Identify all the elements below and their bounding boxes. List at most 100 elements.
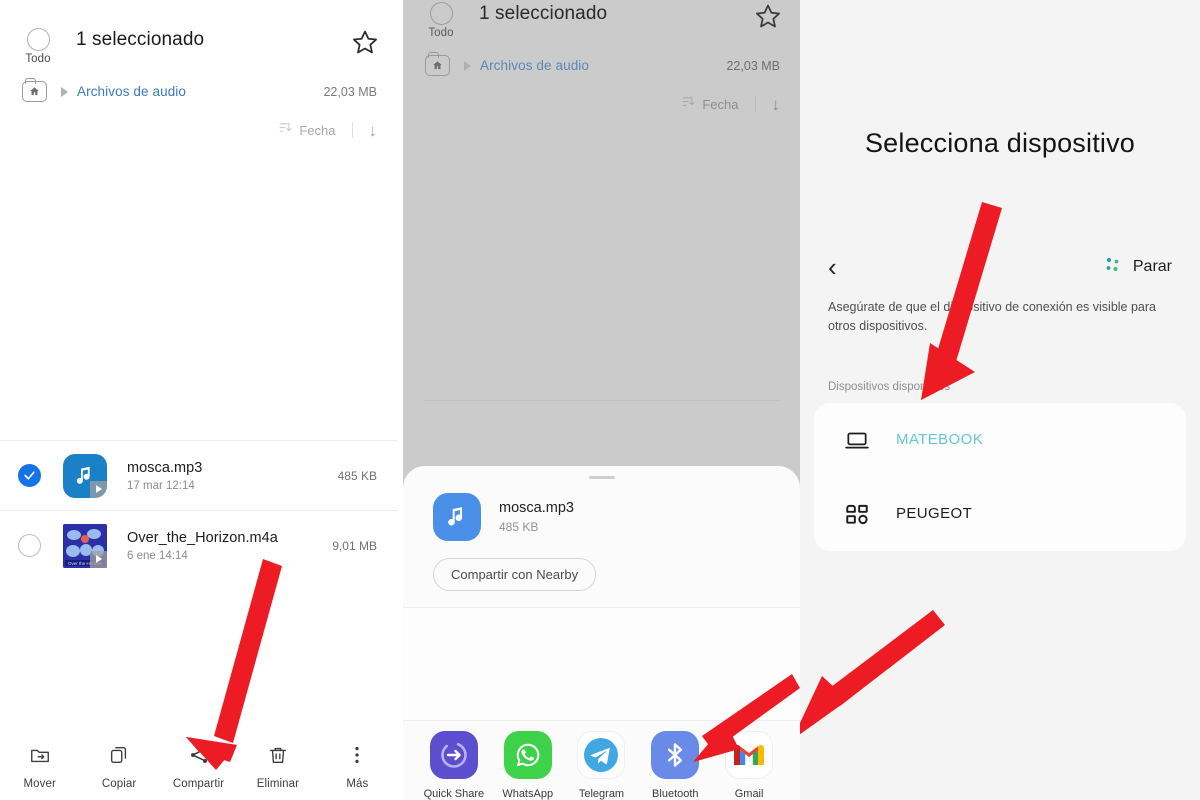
select-all-control[interactable]: Todo — [18, 28, 58, 65]
arrow-down-icon[interactable]: ↓ — [369, 122, 378, 139]
bottom-action-toolbar: Mover Copiar Compartir Eliminar Más — [0, 734, 397, 800]
sort-bar[interactable]: Fecha ↓ — [0, 102, 397, 140]
more-vertical-icon — [346, 744, 368, 771]
share-target-bluetooth[interactable]: Bluetooth — [638, 731, 712, 800]
star-icon[interactable] — [351, 28, 379, 61]
panel-file-manager: Todo 1 seleccionado Archivos de audio 22… — [0, 0, 397, 800]
play-badge-icon — [90, 480, 107, 498]
table-row[interactable]: Over the Horizon Over_the_Horizon.m4a 6 … — [0, 510, 397, 580]
album-art: Over the Horizon — [63, 523, 107, 568]
more-button[interactable]: Más — [318, 744, 397, 790]
move-folder-icon — [29, 744, 51, 771]
selection-count-label: 1 seleccionado — [76, 29, 205, 50]
page-title: Selecciona dispositivo — [864, 128, 1136, 158]
sheet-suggestions-area — [403, 608, 800, 720]
panel-device-picker: Selecciona dispositivo ‹ Parar Asegúrate… — [800, 0, 1200, 800]
toolbar-label: Compartir — [172, 778, 225, 790]
laptop-icon — [840, 427, 874, 453]
device-name[interactable]: MATEBOOK — [896, 431, 983, 448]
list-divider — [423, 400, 780, 460]
select-all-checkbox[interactable] — [26, 28, 50, 51]
share-target-gmail[interactable]: Gmail — [712, 731, 786, 800]
device-name[interactable]: PEUGEOT — [896, 505, 972, 522]
share-button[interactable]: Compartir — [159, 744, 238, 790]
share-target-label: WhatsApp — [502, 788, 554, 800]
folder-total-size: 22,03 MB — [323, 84, 377, 99]
available-devices-label: Dispositivos disponibles — [828, 380, 951, 393]
home-folder-icon[interactable] — [425, 52, 450, 76]
list-item[interactable]: PEUGEOT — [814, 477, 1186, 551]
copy-icon — [108, 744, 130, 771]
available-devices-card: MATEBOOK PEUGEOT — [814, 402, 1186, 551]
shared-file-size: 485 KB — [499, 520, 539, 534]
sort-bar[interactable]: Fecha ↓ — [403, 76, 800, 114]
file-meta: Over_the_Horizon.m4a 6 ene 14:14 — [127, 530, 324, 562]
breadcrumb-path-label[interactable]: Archivos de audio — [77, 84, 186, 99]
breadcrumb[interactable]: Archivos de audio 22,03 MB — [0, 65, 397, 102]
sort-field-label[interactable]: Fecha — [299, 123, 335, 138]
share-target-quick-share[interactable]: Quick Share — [417, 731, 491, 800]
shared-file-text: mosca.mp3 485 KB — [499, 500, 574, 534]
copy-button[interactable]: Copiar — [79, 744, 158, 790]
list-item[interactable]: MATEBOOK — [814, 403, 1186, 477]
file-name: Over_the_Horizon.m4a — [127, 529, 278, 546]
toolbar-label: Más — [346, 778, 369, 790]
scan-control[interactable]: Parar — [1103, 255, 1172, 280]
breadcrumb-path-label[interactable]: Archivos de audio — [480, 58, 589, 73]
toolbar-label: Mover — [23, 778, 56, 790]
share-target-label: Telegram — [578, 788, 625, 800]
file-name: mosca.mp3 — [127, 459, 203, 476]
arrow-to-bottom-right — [800, 610, 945, 735]
chevron-right-icon — [61, 86, 68, 97]
car-grid-icon — [840, 501, 874, 527]
gmail-icon — [725, 731, 774, 779]
trash-icon — [267, 744, 289, 771]
scan-stop-label[interactable]: Parar — [1133, 258, 1172, 276]
file-size: 9,01 MB — [332, 538, 377, 553]
arrow-to-matebook — [921, 202, 1002, 400]
row-checkbox-selected[interactable] — [18, 464, 41, 487]
share-target-telegram[interactable]: Telegram — [565, 731, 639, 800]
delete-button[interactable]: Eliminar — [238, 744, 317, 790]
file-date: 17 mar 12:14 — [127, 479, 195, 492]
telegram-icon — [577, 731, 626, 779]
chevron-right-icon — [464, 60, 471, 71]
select-all-label: Todo — [25, 53, 51, 65]
panel-share-sheet: Todo 1 seleccionado Archivos de audio 22… — [403, 0, 800, 800]
whatsapp-icon — [503, 731, 552, 779]
share-target-label: Quick Share — [423, 788, 485, 800]
file-size: 485 KB — [337, 468, 377, 483]
scanning-dots-icon — [1103, 255, 1123, 280]
quick-share-icon — [429, 731, 478, 779]
play-badge-icon — [90, 550, 107, 568]
star-icon[interactable] — [754, 2, 782, 35]
share-target-whatsapp[interactable]: WhatsApp — [491, 731, 565, 800]
bluetooth-icon — [651, 731, 700, 779]
move-button[interactable]: Mover — [0, 744, 79, 790]
table-row[interactable]: mosca.mp3 17 mar 12:14 485 KB — [0, 440, 397, 510]
selection-header: Todo 1 seleccionado — [0, 0, 397, 65]
share-target-app-row: Quick Share WhatsApp Telegram Bluetooth … — [403, 720, 800, 800]
arrow-down-icon[interactable]: ↓ — [772, 96, 781, 113]
toolbar-label: Eliminar — [256, 778, 300, 790]
sort-icon[interactable] — [277, 120, 292, 140]
sort-field-label[interactable]: Fecha — [702, 97, 738, 112]
audio-note-icon — [63, 453, 107, 498]
sort-icon[interactable] — [680, 94, 695, 114]
select-all-checkbox[interactable] — [429, 2, 453, 25]
select-all-control[interactable]: Todo — [421, 2, 461, 39]
share-with-nearby-button[interactable]: Compartir con Nearby — [433, 558, 597, 591]
breadcrumb[interactable]: Archivos de audio 22,03 MB — [403, 39, 800, 76]
home-folder-icon[interactable] — [22, 78, 47, 102]
audio-note-icon — [433, 493, 481, 541]
chevron-left-icon[interactable]: ‹ — [828, 254, 837, 280]
share-bottom-sheet: mosca.mp3 485 KB Compartir con Nearby Qu… — [403, 466, 800, 800]
shared-file-name: mosca.mp3 — [499, 500, 574, 516]
folder-total-size: 22,03 MB — [726, 58, 780, 73]
toolbar-label: Copiar — [101, 778, 137, 790]
visibility-hint: Asegúrate de que el dispositivo de conex… — [828, 300, 1156, 334]
share-icon — [188, 744, 210, 771]
sort-divider — [754, 96, 756, 112]
selection-header-dimmed: Todo 1 seleccionado — [403, 0, 800, 39]
row-checkbox[interactable] — [18, 534, 41, 557]
